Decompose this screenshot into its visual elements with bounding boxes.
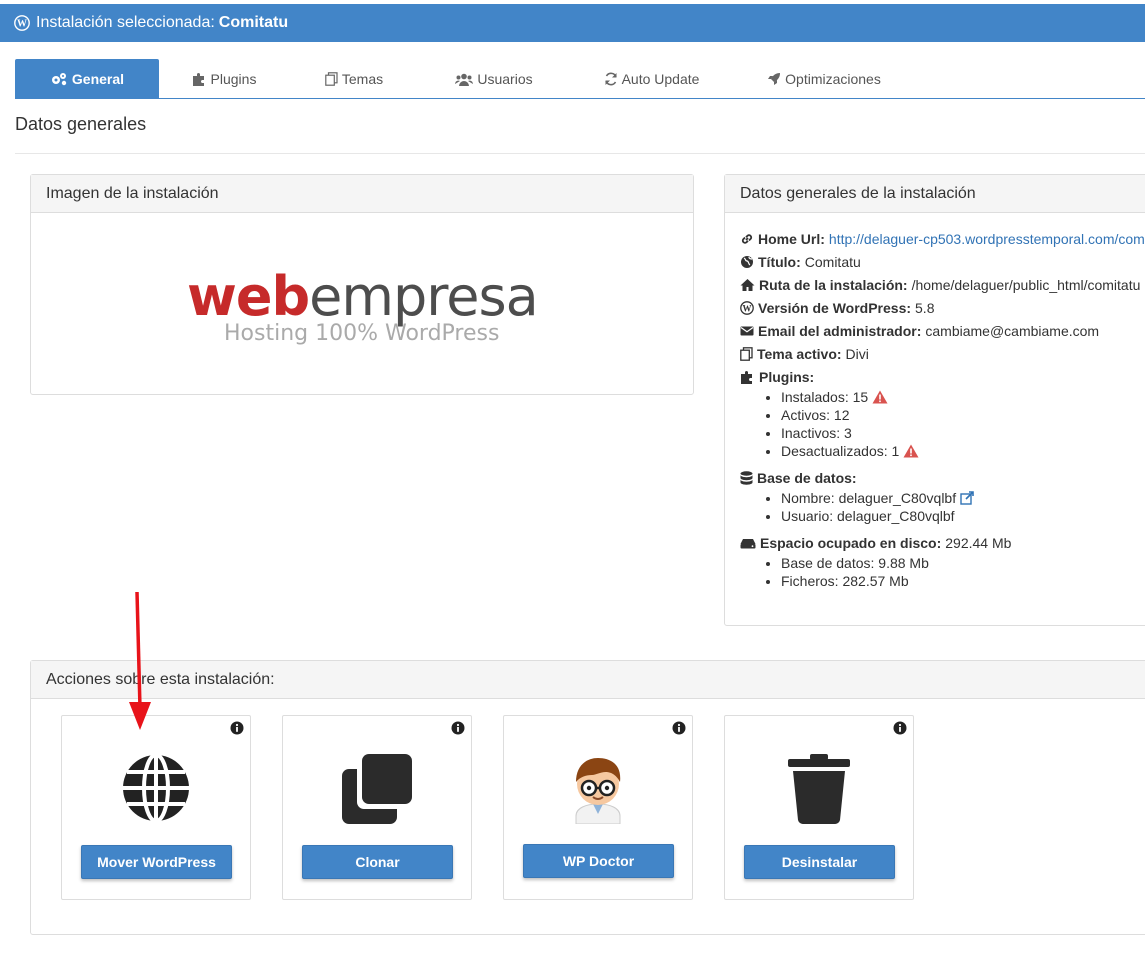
header-prefix: Instalación seleccionada: [36,14,215,31]
webempresa-logo: webempresa Hosting 100% WordPress [187,265,539,346]
link-icon [741,233,753,244]
external-link-icon[interactable] [960,491,975,505]
tab-plugins[interactable]: Plugins [159,59,289,99]
clone-icon [342,754,412,824]
logo-tagline: Hosting 100% WordPress [224,321,500,346]
installation-image-panel: Imagen de la instalación webempresa Host… [30,174,694,395]
copy-icon [325,72,338,86]
home-url-row: Home Url: http://delaguer-cp503.wordpres… [740,227,1145,250]
trash-icon [788,754,850,824]
list-item: Instalados: 15 [781,388,1145,406]
tab-bar: General Plugins Temas Usuarios Auto Upda… [15,59,1145,99]
database-row: Base de datos: [740,466,1145,489]
list-item: Usuario: delaguer_C80vqlbf [781,507,1145,525]
titulo-row: Título: Comitatu [740,250,1145,273]
hdd-icon [740,538,756,548]
list-item: Activos: 12 [781,406,1145,424]
email-row: Email del administrador: cambiame@cambia… [740,319,1145,342]
disk-row: Espacio ocupado en disco: 292.44 Mb [740,531,1145,554]
warning-icon [903,444,919,458]
doctor-icon [575,758,621,824]
list-item: Inactivos: 3 [781,424,1145,442]
home-icon [740,278,755,291]
list-item: Ficheros: 282.57 Mb [781,572,1145,590]
version-row: W Versión de WordPress: 5.8 [740,296,1145,319]
info-icon[interactable] [230,721,244,735]
uninstall-button[interactable]: Desinstalar [744,845,895,879]
panel-title: Datos generales de la instalación [725,175,1145,213]
section-title: Datos generales [15,114,147,134]
list-item: Nombre: delaguer_C80vqlbf [781,489,1145,507]
globe-icon [123,754,189,822]
annotation-arrow [129,591,151,730]
ruta-row: Ruta de la instalación: /home/delaguer/p… [740,273,1145,296]
divider [15,153,1145,154]
installation-actions-panel: Acciones sobre esta instalación: Mover W… [30,660,1145,935]
move-wordpress-card: Mover WordPress [61,715,251,900]
installation-info-panel: Datos generales de la instalación Home U… [724,174,1145,626]
clone-button[interactable]: Clonar [302,845,453,879]
panel-title: Imagen de la instalación [31,175,693,213]
move-wordpress-button[interactable]: Mover WordPress [81,845,232,879]
wp-doctor-button[interactable]: WP Doctor [523,844,674,878]
warning-icon [872,390,888,404]
panel-title: Acciones sobre esta instalación: [31,661,1145,699]
list-item: Desactualizados: 1 [781,442,1145,460]
tab-optimizaciones[interactable]: Optimizaciones [734,59,914,99]
envelope-icon [740,326,754,335]
tab-usuarios[interactable]: Usuarios [419,59,569,99]
gears-icon [51,73,67,86]
header-installation-name: Comitatu [218,14,289,31]
puzzle-small-icon [741,370,752,384]
rocket-icon [768,73,781,85]
database-icon [740,470,753,485]
database-list: Nombre: delaguer_C80vqlbf Usuario: delag… [765,489,1145,525]
plugins-row: Plugins: [740,365,1145,388]
tab-auto-update[interactable]: Auto Update [569,59,734,99]
copy-small-icon [740,346,753,361]
wp-doctor-card: WP Doctor [503,715,693,900]
globe-small-icon [741,255,753,268]
wordpress-small-icon: W [740,300,754,315]
info-icon[interactable] [893,721,907,735]
users-icon [455,73,474,86]
svg-text:W: W [743,303,752,313]
tab-temas[interactable]: Temas [289,59,419,99]
puzzle-icon [192,72,204,86]
info-icon[interactable] [451,721,465,735]
refresh-icon [604,72,617,86]
svg-text:W: W [17,19,27,30]
disk-list: Base de datos: 9.88 Mb Ficheros: 282.57 … [765,554,1145,590]
plugins-list: Instalados: 15 Activos: 12 Inactivos: 3 … [765,388,1145,460]
installation-header: W Instalación seleccionada: Comitatu [0,4,1145,42]
uninstall-card: Desinstalar [724,715,914,900]
wordpress-icon: W [14,15,30,31]
clone-card: Clonar [282,715,472,900]
home-url-link[interactable]: http://delaguer-cp503.wordpresstemporal.… [829,231,1145,247]
info-icon[interactable] [672,721,686,735]
list-item: Base de datos: 9.88 Mb [781,554,1145,572]
tab-general[interactable]: General [15,59,159,99]
tema-row: Tema activo: Divi [740,342,1145,365]
